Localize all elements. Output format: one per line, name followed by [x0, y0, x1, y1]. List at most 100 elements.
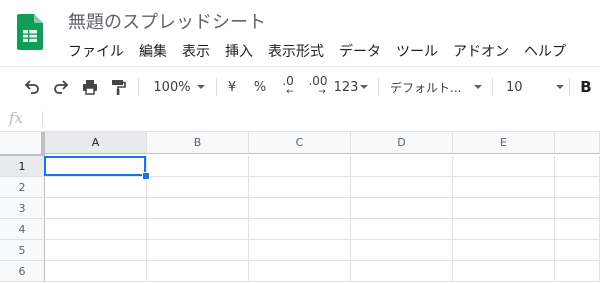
grid-cell[interactable] — [147, 177, 249, 198]
fill-handle[interactable] — [142, 172, 150, 180]
grid-cell[interactable] — [351, 156, 453, 177]
formula-divider — [42, 111, 43, 127]
undo-icon — [24, 80, 39, 94]
column-header-a[interactable]: A — [45, 132, 147, 154]
row-header-4[interactable]: 4 — [0, 219, 45, 240]
toolbar-divider — [216, 78, 217, 96]
grid-cell[interactable] — [555, 219, 600, 240]
column-header-c[interactable]: C — [249, 132, 351, 154]
grid-cell[interactable] — [249, 198, 351, 219]
grid-cell[interactable] — [147, 240, 249, 261]
print-button[interactable] — [80, 67, 100, 107]
increase-decimal-button[interactable]: .00 → — [305, 67, 331, 107]
grid-cell[interactable] — [453, 240, 555, 261]
percent-label: % — [253, 79, 267, 95]
grid-cell[interactable] — [555, 240, 600, 261]
grid-cell[interactable] — [453, 177, 555, 198]
more-formats-label: 123 — [333, 79, 359, 95]
document-title[interactable]: 無題のスプレッドシート — [68, 8, 266, 34]
arrow-left-icon: ← — [286, 87, 294, 97]
sheets-logo-icon[interactable] — [17, 14, 43, 50]
currency-label: ¥ — [227, 79, 237, 95]
grid-cell[interactable] — [45, 198, 147, 219]
grid-cell[interactable] — [351, 261, 453, 282]
grid-cell[interactable] — [249, 219, 351, 240]
grid-cell[interactable] — [45, 240, 147, 261]
grid-cell[interactable] — [147, 156, 249, 177]
column-header-f[interactable] — [555, 132, 600, 154]
grid-cell[interactable] — [555, 261, 600, 282]
undo-button[interactable] — [22, 67, 42, 107]
toolbar: 100% ¥ % .0 ← .00 → 123 デフォルト... 10 B — [0, 66, 600, 108]
grid-cell[interactable] — [555, 156, 600, 177]
grid-cell[interactable] — [351, 177, 453, 198]
font-family-select[interactable]: デフォルト... — [390, 67, 482, 107]
fx-icon: fx — [9, 109, 24, 127]
menu-data[interactable]: データ — [339, 41, 381, 61]
grid-cell[interactable] — [351, 219, 453, 240]
grid-cell[interactable] — [45, 261, 147, 282]
select-all-corner[interactable] — [0, 132, 45, 158]
more-formats-button[interactable]: 123 — [333, 67, 369, 107]
decrease-decimal-button[interactable]: .0 ← — [277, 67, 299, 107]
grid-cell[interactable] — [351, 198, 453, 219]
row-header-5[interactable]: 5 — [0, 240, 45, 261]
grid-cell[interactable] — [249, 261, 351, 282]
grid-cell[interactable] — [45, 219, 147, 240]
formula-bar: fx — [0, 107, 600, 132]
currency-format-button[interactable]: ¥ — [224, 67, 240, 107]
zoom-value: 100% — [153, 79, 191, 95]
formula-input[interactable] — [48, 107, 596, 131]
grid-cell[interactable] — [147, 198, 249, 219]
menu-help[interactable]: ヘルプ — [524, 41, 566, 61]
grid-cell[interactable] — [249, 240, 351, 261]
row-header-1[interactable]: 1 — [0, 156, 45, 177]
grid-cell[interactable] — [555, 177, 600, 198]
menu-file[interactable]: ファイル — [68, 41, 124, 61]
grid-cell[interactable] — [249, 156, 351, 177]
row-header-6[interactable]: 6 — [0, 261, 45, 282]
arrow-right-icon: → — [318, 87, 326, 97]
grid-cell[interactable] — [453, 198, 555, 219]
menu-edit[interactable]: 編集 — [139, 41, 167, 61]
font-size-select[interactable]: 10 — [506, 67, 564, 107]
grid-cell[interactable] — [453, 261, 555, 282]
chevron-down-icon — [360, 85, 369, 89]
percent-format-button[interactable]: % — [252, 67, 268, 107]
row-header-2[interactable]: 2 — [0, 177, 45, 198]
chevron-down-icon — [474, 85, 482, 89]
font-family-value: デフォルト... — [390, 80, 462, 95]
paint-format-button[interactable] — [108, 67, 128, 107]
toolbar-divider — [138, 78, 139, 96]
menu-insert[interactable]: 挿入 — [225, 41, 253, 61]
title-bar: 無題のスプレッドシート ファイル 編集 表示 挿入 表示形式 データ ツール ア… — [0, 0, 600, 66]
toolbar-divider — [569, 78, 570, 96]
zoom-select[interactable]: 100% — [148, 67, 210, 107]
menu-view[interactable]: 表示 — [182, 41, 210, 61]
grid-cell[interactable] — [555, 198, 600, 219]
grid-cell[interactable] — [249, 177, 351, 198]
grid-cell[interactable] — [453, 156, 555, 177]
print-icon — [83, 80, 97, 95]
chevron-down-icon — [196, 85, 205, 89]
menu-format[interactable]: 表示形式 — [268, 41, 324, 61]
bold-label: B — [580, 78, 592, 96]
grid-cell[interactable] — [147, 219, 249, 240]
column-header-b[interactable]: B — [147, 132, 249, 154]
paint-format-icon — [112, 80, 126, 95]
column-header-e[interactable]: E — [453, 132, 555, 154]
bold-button[interactable]: B — [578, 67, 594, 107]
grid-cell[interactable] — [453, 219, 555, 240]
toolbar-divider — [378, 78, 379, 96]
grid-cell[interactable] — [45, 177, 147, 198]
grid-cell[interactable] — [351, 240, 453, 261]
menu-bar: ファイル 編集 表示 挿入 表示形式 データ ツール アドオン ヘルプ — [68, 41, 581, 61]
column-header-d[interactable]: D — [351, 132, 453, 154]
menu-addons[interactable]: アドオン — [453, 41, 509, 61]
grid-cell[interactable] — [147, 261, 249, 282]
active-cell-selection[interactable] — [44, 156, 146, 176]
menu-tools[interactable]: ツール — [396, 41, 438, 61]
row-header-3[interactable]: 3 — [0, 198, 45, 219]
redo-button[interactable] — [51, 67, 71, 107]
toolbar-divider — [492, 78, 493, 96]
